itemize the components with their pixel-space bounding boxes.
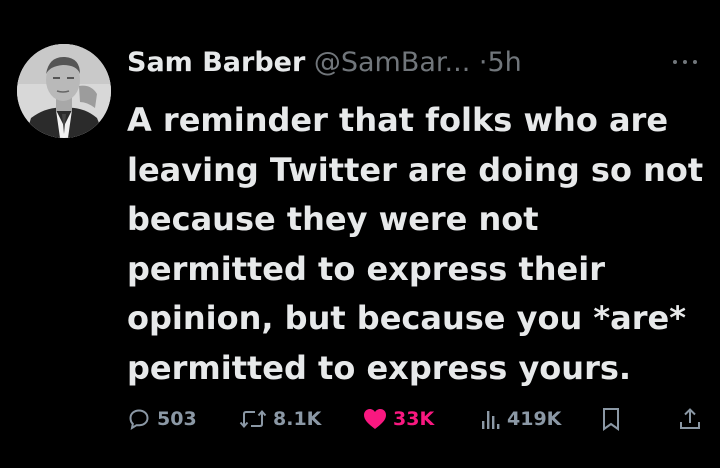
tweet-text: A reminder that folks who are leaving Tw… bbox=[127, 101, 704, 387]
views-count: 419K bbox=[507, 408, 562, 430]
action-bar: 503 8.1K 33K 419K bbox=[127, 402, 707, 436]
avatar[interactable] bbox=[17, 44, 111, 138]
retweet-icon bbox=[239, 407, 267, 431]
tweet-header: Sam Barber @SamBar... ·5h bbox=[127, 44, 687, 84]
views-icon bbox=[481, 408, 501, 430]
share-button[interactable] bbox=[679, 402, 701, 436]
timestamp[interactable]: 5h bbox=[488, 47, 522, 78]
tweet-card[interactable]: Sam Barber @SamBar... ·5h A reminder tha… bbox=[0, 0, 720, 468]
bookmark-button[interactable] bbox=[601, 402, 621, 436]
share-icon bbox=[679, 407, 701, 431]
bookmark-icon bbox=[601, 407, 621, 431]
like-count: 33K bbox=[393, 408, 435, 430]
reply-icon bbox=[127, 407, 151, 431]
retweet-button[interactable]: 8.1K bbox=[239, 402, 321, 436]
retweet-count: 8.1K bbox=[273, 408, 322, 430]
reply-button[interactable]: 503 bbox=[127, 402, 197, 436]
reply-count: 503 bbox=[157, 408, 197, 430]
views-button[interactable]: 419K bbox=[481, 402, 561, 436]
like-button[interactable]: 33K bbox=[363, 402, 434, 436]
heart-icon bbox=[363, 408, 387, 430]
display-name[interactable]: Sam Barber bbox=[127, 47, 305, 78]
more-icon[interactable] bbox=[672, 44, 698, 74]
separator-dot: · bbox=[478, 47, 488, 78]
handle[interactable]: @SamBar... bbox=[314, 47, 470, 78]
